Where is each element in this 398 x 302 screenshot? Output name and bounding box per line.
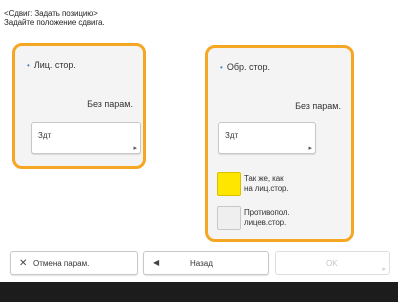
- cancel-settings-label: Отмена парам.: [33, 259, 90, 268]
- opposite-front-option[interactable]: Противопол. лицев.стор.: [217, 203, 315, 236]
- front-side-title: • Лиц. стор.: [27, 60, 76, 70]
- bullet-icon: •: [27, 61, 30, 70]
- ok-button[interactable]: OK ▸: [275, 251, 390, 275]
- cancel-settings-button[interactable]: ✕ Отмена парам.: [10, 251, 138, 275]
- front-side-panel: • Лиц. стор. Без парам. Здт ▸: [12, 43, 146, 169]
- back-side-status: Без парам.: [295, 101, 341, 111]
- back-label: Назад: [190, 259, 213, 268]
- back-arrow-icon: ◀: [153, 258, 160, 267]
- corner-arrow-icon: ▸: [308, 145, 312, 152]
- front-set-button-label: Здт: [38, 131, 52, 140]
- bullet-icon: •: [220, 63, 223, 72]
- same-as-front-label-2: на лиц.стор.: [244, 184, 289, 193]
- same-as-front-option[interactable]: Так же, как на лиц.стор.: [217, 169, 315, 202]
- screen-instruction: Задайте положение сдвига.: [4, 18, 105, 27]
- back-set-button[interactable]: Здт ▸: [218, 122, 316, 154]
- ok-label: OK: [326, 259, 338, 268]
- back-button[interactable]: ◀ Назад: [143, 251, 269, 275]
- same-as-front-swatch: [217, 172, 241, 196]
- back-side-title-label: Обр. стор.: [226, 62, 271, 72]
- front-side-title-label: Лиц. стор.: [33, 60, 76, 70]
- same-as-front-label-1: Так же, как: [244, 174, 284, 183]
- status-bar: [0, 282, 398, 302]
- screen-title: <Сдвиг: Задать позицию>: [4, 9, 98, 18]
- back-side-title: • Обр. стор.: [220, 62, 270, 72]
- front-set-button[interactable]: Здт ▸: [31, 122, 141, 154]
- opposite-front-swatch: [217, 206, 241, 230]
- back-side-panel: • Обр. стор. Без парам. Здт ▸ Так же, как…: [205, 45, 354, 242]
- back-set-button-label: Здт: [225, 131, 239, 140]
- corner-arrow-icon: ▸: [133, 145, 137, 152]
- corner-arrow-icon: ▸: [382, 266, 386, 273]
- screen-header: <Сдвиг: Задать позицию> Задайте положени…: [4, 9, 105, 27]
- opposite-front-label-1: Противопол.: [244, 208, 290, 217]
- front-side-status: Без парам.: [87, 99, 133, 109]
- opposite-front-label-2: лицев.стор.: [244, 218, 287, 227]
- close-icon: ✕: [19, 258, 28, 269]
